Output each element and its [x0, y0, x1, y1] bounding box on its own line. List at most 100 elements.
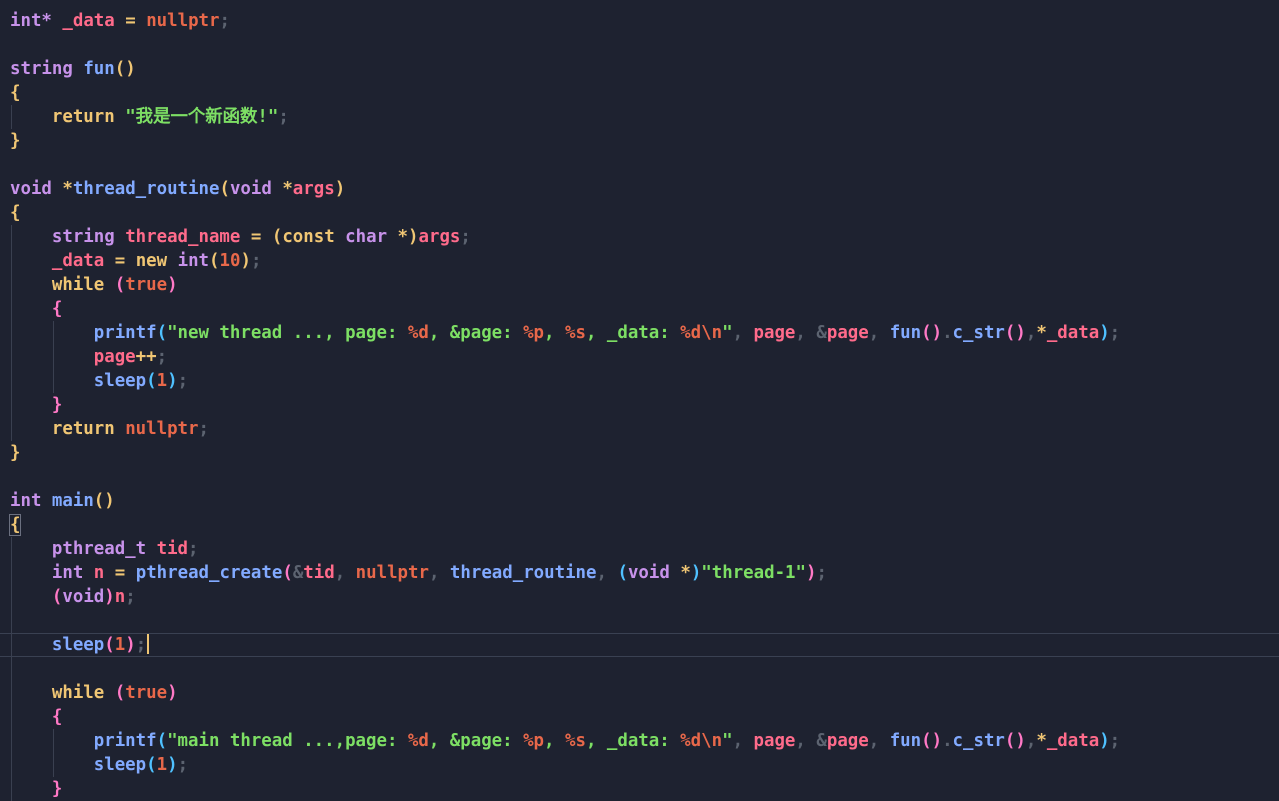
code-line[interactable]: sleep(1); [0, 369, 1279, 393]
code-token: ( [282, 563, 293, 583]
indent-guide [53, 321, 54, 393]
code-line[interactable]: printf("new thread ..., page: %d, &page:… [0, 321, 1279, 345]
code-token: %d [680, 323, 702, 343]
code-line[interactable]: int main() [0, 489, 1279, 513]
code-line[interactable]: return nullptr; [0, 417, 1279, 441]
code-line-text: _data = new int(10); [10, 249, 262, 273]
code-token: = [114, 563, 126, 583]
code-token: & [816, 323, 827, 343]
code-token: ; [250, 251, 262, 271]
code-line[interactable]: { [0, 513, 1279, 537]
code-token: 1 [114, 635, 126, 655]
code-token: ; [1109, 731, 1121, 751]
code-line[interactable] [0, 657, 1279, 681]
code-line[interactable]: page++; [0, 345, 1279, 369]
code-token: { [8, 514, 22, 536]
code-line[interactable]: string fun() [0, 57, 1279, 81]
indent-guide [11, 225, 12, 441]
code-token: { [51, 707, 63, 727]
code-line[interactable]: { [0, 81, 1279, 105]
code-token: * [62, 179, 73, 199]
code-token: new [135, 251, 168, 271]
code-token: ) [690, 563, 702, 583]
code-token: thread_routine [449, 563, 597, 583]
code-token: = [250, 227, 262, 247]
code-token: string [10, 59, 73, 79]
code-token: ; [460, 227, 471, 247]
code-line[interactable]: void *thread_routine(void *args) [0, 177, 1279, 201]
code-token: %s [564, 323, 586, 343]
code-token: () [1004, 323, 1026, 343]
code-line-text: void *thread_routine(void *args) [10, 177, 345, 201]
code-line[interactable]: pthread_t tid; [0, 537, 1279, 561]
code-token: ; [816, 563, 827, 583]
code-token: } [10, 131, 21, 151]
code-line[interactable]: { [0, 297, 1279, 321]
code-token: fun [889, 731, 922, 751]
code-token: %p [523, 731, 545, 751]
code-token: , _data: [585, 731, 681, 751]
code-token: nullptr [355, 563, 429, 583]
code-token: int [51, 563, 84, 583]
code-editor[interactable]: int* _data = nullptr; string fun(){ retur… [0, 0, 1279, 801]
code-line-text: int main() [10, 489, 115, 513]
code-line[interactable]: (void)n; [0, 585, 1279, 609]
code-line-text: } [10, 393, 62, 417]
code-line[interactable]: { [0, 705, 1279, 729]
code-line[interactable]: string thread_name = (const char *)args; [0, 225, 1279, 249]
code-line-text: sleep(1); [10, 369, 188, 393]
code-line[interactable]: } [0, 441, 1279, 465]
code-token: c_str [952, 731, 1005, 751]
code-line[interactable]: int* _data = nullptr; [0, 9, 1279, 33]
code-token: \n [701, 731, 723, 751]
code-line-text: printf("new thread ..., page: %d, &page:… [10, 321, 1120, 345]
code-line[interactable]: int n = pthread_create(&tid, nullptr, th… [0, 561, 1279, 585]
code-token: , [596, 563, 618, 583]
code-line[interactable]: } [0, 393, 1279, 417]
code-line-text: (void)n; [10, 585, 136, 609]
code-line[interactable]: while (true) [0, 681, 1279, 705]
code-line[interactable]: { [0, 201, 1279, 225]
code-line[interactable]: _data = new int(10); [0, 249, 1279, 273]
code-line[interactable]: printf("main thread ...,page: %d, &page:… [0, 729, 1279, 753]
code-token: ) [334, 179, 346, 199]
code-token: } [51, 779, 63, 799]
code-token: ) [167, 275, 178, 295]
code-token: n [114, 587, 126, 607]
code-line[interactable]: while (true) [0, 273, 1279, 297]
code-line[interactable]: } [0, 129, 1279, 153]
code-line-text: { [10, 705, 62, 729]
code-token: ( [114, 683, 126, 703]
code-line[interactable] [0, 465, 1279, 489]
code-line[interactable]: return "我是一个新函数!"; [0, 105, 1279, 129]
code-token: char [345, 227, 388, 247]
code-line[interactable]: } [0, 777, 1279, 801]
code-token: sleep [93, 755, 147, 775]
code-line-text: } [10, 441, 20, 465]
code-line[interactable] [0, 609, 1279, 633]
current-code-line[interactable]: sleep(1); [0, 633, 1279, 657]
code-token: pthread_t [51, 539, 147, 559]
code-line[interactable] [0, 33, 1279, 57]
code-line[interactable] [0, 153, 1279, 177]
code-line-text: return "我是一个新函数!"; [10, 105, 289, 129]
code-token: page [93, 347, 136, 367]
code-line[interactable]: sleep(1); [0, 753, 1279, 777]
code-token: ( [219, 179, 230, 199]
code-token: , [428, 563, 450, 583]
code-token: ( [617, 563, 628, 583]
code-token: , &page: [428, 731, 524, 751]
code-token: tid [303, 563, 335, 583]
